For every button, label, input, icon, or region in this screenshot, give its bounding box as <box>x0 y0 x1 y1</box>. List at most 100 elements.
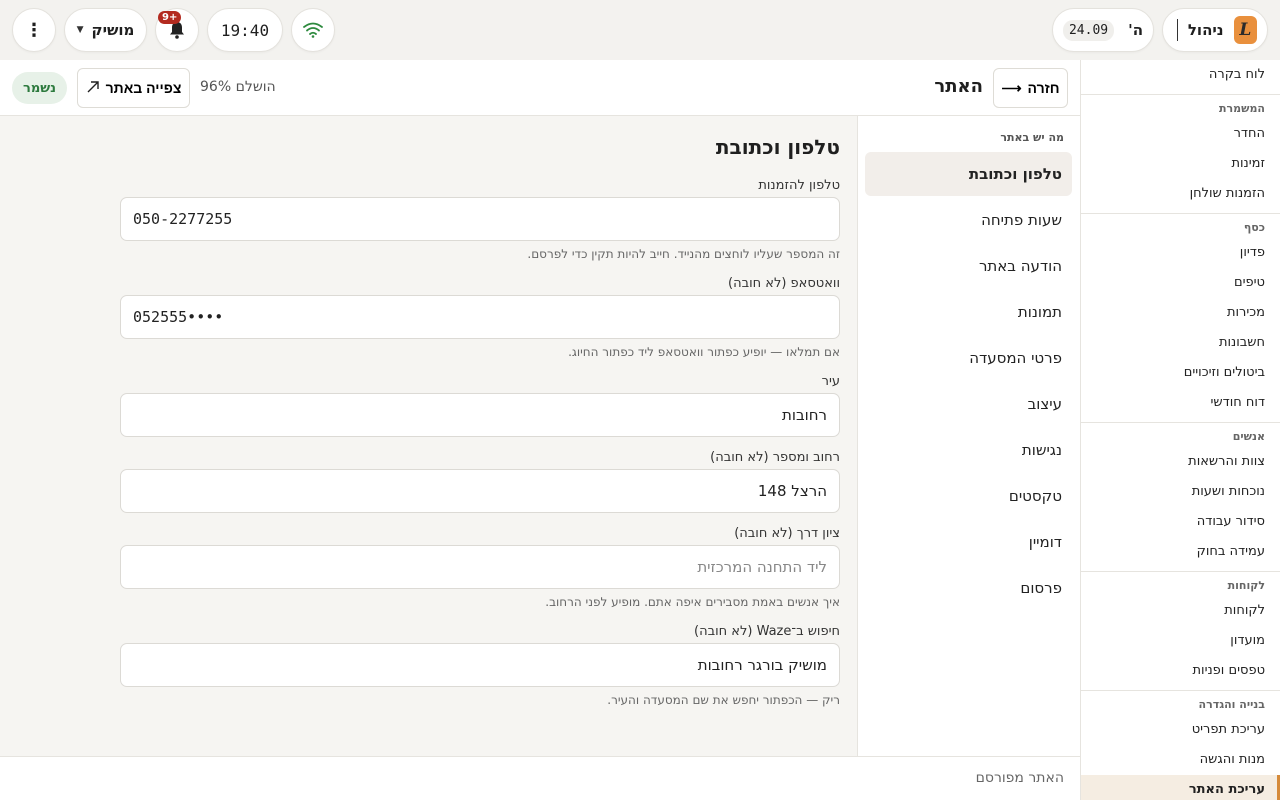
date-day: ה' <box>1128 21 1144 39</box>
sidebar-item-sales[interactable]: מכירות <box>1081 298 1280 328</box>
store-label: מושיק <box>91 21 135 39</box>
sidebar-item-menu-edit[interactable]: עריכת תפריט <box>1081 715 1280 745</box>
sidebar-item-schedule[interactable]: סידור עבודה <box>1081 507 1280 537</box>
saved-status-badge: נשמר <box>12 72 67 104</box>
field-order-phone: טלפון להזמנות זה המספר שעליו לוחצים מהני… <box>120 177 840 263</box>
sidebar-item-staff[interactable]: צוות והרשאות <box>1081 447 1280 477</box>
sidebar-item-availability[interactable]: זמינות <box>1081 149 1280 179</box>
field-label: וואטסאפ (לא חובה) <box>728 276 840 291</box>
sidebar-item-room[interactable]: החדר <box>1081 119 1280 149</box>
field-help: אם תמלאו — יופיע כפתור וואטסאפ ליד כפתור… <box>568 345 840 359</box>
field-landmark: ציון דרך (לא חובה) איך אנשים באמת מסבירי… <box>120 525 840 611</box>
back-button[interactable]: חזרה ⟶ <box>993 68 1068 108</box>
form-title: טלפון וכתובת <box>715 135 840 159</box>
sidebar-group-heading: בנייה והגדרה <box>1198 698 1265 711</box>
field-help: זה המספר שעליו לוחצים מהנייד. חייב להיות… <box>527 247 840 261</box>
waze-search-input[interactable] <box>120 643 840 687</box>
sidebar-item-table-reservations[interactable]: הזמנות שולחן <box>1081 179 1280 209</box>
sidebar: לוח בקרה המשמרת החדר זמינות הזמנות שולחן… <box>1080 60 1280 800</box>
sidebar-item-tips[interactable]: טיפים <box>1081 268 1280 298</box>
publish-status: האתר מפורסם <box>975 770 1064 786</box>
wifi-status[interactable] <box>291 8 335 52</box>
page-header: חזרה ⟶ האתר הושלם 96% צפייה באתר נשמר <box>0 60 1080 116</box>
section-item-domain[interactable]: דומיין <box>865 520 1072 564</box>
date-pill: ה' 24.09 <box>1052 8 1154 52</box>
brand-pill[interactable]: L ניהול <box>1162 8 1268 52</box>
sidebar-item-forms[interactable]: טפסים ופניות <box>1081 656 1280 686</box>
footer-bar: האתר מפורסם <box>0 756 1080 800</box>
field-label: עיר <box>821 374 840 389</box>
sidebar-item-cancellations[interactable]: ביטולים וזיכויים <box>1081 358 1280 388</box>
city-input[interactable] <box>120 393 840 437</box>
section-item-site-notice[interactable]: הודעה באתר <box>865 244 1072 288</box>
top-bar: L ניהול ה' 24.09 19:40 9+ ▼ מושיק ⋮ <box>0 0 1280 60</box>
notification-count-badge: 9+ <box>158 11 182 24</box>
section-item-phone-address[interactable]: טלפון וכתובת <box>865 152 1072 196</box>
section-item-images[interactable]: תמונות <box>865 290 1072 334</box>
section-item-accessibility[interactable]: נגישות <box>865 428 1072 472</box>
wifi-icon <box>303 22 323 38</box>
section-item-opening-hours[interactable]: שעות פתיחה <box>865 198 1072 242</box>
sidebar-item-site-edit[interactable]: עריכת האתר <box>1081 775 1280 800</box>
order-phone-input[interactable] <box>120 197 840 241</box>
completion-status: הושלם 96% <box>200 79 276 95</box>
arrow-left-icon: ⟶ <box>1001 79 1022 96</box>
sidebar-item-club[interactable]: מועדון <box>1081 626 1280 656</box>
field-waze: חיפוש ב־Waze (לא חובה) ריק — הכפתור יחפש… <box>120 623 840 709</box>
section-nav: מה יש באתר טלפון וכתובת שעות פתיחה הודעה… <box>857 116 1080 756</box>
sidebar-item-customers[interactable]: לקוחות <box>1081 596 1280 626</box>
sidebar-group-heading: כסף <box>1243 221 1265 234</box>
sidebar-item-invoices[interactable]: חשבונות <box>1081 328 1280 358</box>
notifications-button[interactable]: 9+ <box>155 8 199 52</box>
sidebar-item-revenue[interactable]: פדיון <box>1081 238 1280 268</box>
date-value: 24.09 <box>1062 19 1115 41</box>
field-help: ריק — הכפתור יחפש את שם המסעדה והעיר. <box>607 693 840 707</box>
sidebar-item-compliance[interactable]: עמידה בחוק <box>1081 537 1280 567</box>
clock-time: 19:40 <box>220 20 270 40</box>
field-whatsapp: וואטסאפ (לא חובה) אם תמלאו — יופיע כפתור… <box>120 275 840 361</box>
sidebar-group-people: אנשים צוות והרשאות נוכחות ושעות סידור עב… <box>1081 422 1280 567</box>
more-vertical-icon: ⋮ <box>25 19 43 41</box>
sidebar-group-build: בנייה והגדרה עריכת תפריט מנות והגשה עריכ… <box>1081 690 1280 800</box>
section-nav-heading: מה יש באתר <box>1000 131 1064 144</box>
sidebar-group-heading: המשמרת <box>1219 102 1265 115</box>
sidebar-group-customers: לקוחות לקוחות מועדון טפסים ופניות <box>1081 571 1280 686</box>
sidebar-item-dashboard[interactable]: לוח בקרה <box>1081 60 1280 90</box>
landmark-input[interactable] <box>120 545 840 589</box>
more-menu-button[interactable]: ⋮ <box>12 8 56 52</box>
sidebar-item-dishes[interactable]: מנות והגשה <box>1081 745 1280 775</box>
brand-logo: L <box>1233 16 1257 44</box>
brand-divider <box>1177 19 1178 41</box>
back-button-label: חזרה <box>1027 80 1060 96</box>
street-input[interactable] <box>120 469 840 513</box>
field-label: חיפוש ב־Waze (לא חובה) <box>694 624 840 639</box>
sidebar-group-heading: אנשים <box>1232 430 1265 443</box>
clock: 19:40 <box>207 8 283 52</box>
sidebar-group-money: כסף פדיון טיפים מכירות חשבונות ביטולים ו… <box>1081 213 1280 418</box>
section-nav-list: טלפון וכתובת שעות פתיחה הודעה באתר תמונו… <box>865 152 1072 612</box>
external-link-icon <box>86 80 100 97</box>
caret-down-icon: ▼ <box>76 25 84 35</box>
form-content: טלפון וכתובת טלפון להזמנות זה המספר שעלי… <box>120 116 840 709</box>
field-street: רחוב ומספר (לא חובה) <box>120 449 840 513</box>
sidebar-item-monthly-report[interactable]: דוח חודשי <box>1081 388 1280 418</box>
brand-logo-glyph: L <box>1239 20 1252 40</box>
sidebar-item-attendance[interactable]: נוכחות ושעות <box>1081 477 1280 507</box>
section-item-restaurant-details[interactable]: פרטי המסעדה <box>865 336 1072 380</box>
field-help: איך אנשים באמת מסבירים איפה אתם. מופיע ל… <box>545 595 840 609</box>
field-label: ציון דרך (לא חובה) <box>734 526 840 541</box>
brand-label: ניהול <box>1187 21 1224 39</box>
field-label: טלפון להזמנות <box>758 178 840 193</box>
store-selector[interactable]: ▼ מושיק <box>64 8 147 52</box>
sidebar-group-shift: המשמרת החדר זמינות הזמנות שולחן <box>1081 94 1280 209</box>
field-city: עיר <box>120 373 840 437</box>
view-site-label: צפייה באתר <box>105 80 182 96</box>
page-title: האתר <box>934 76 983 97</box>
view-site-button[interactable]: צפייה באתר <box>77 68 190 108</box>
whatsapp-input[interactable] <box>120 295 840 339</box>
form-area: טלפון וכתובת טלפון להזמנות זה המספר שעלי… <box>0 116 857 756</box>
section-item-design[interactable]: עיצוב <box>865 382 1072 426</box>
section-item-publish[interactable]: פרסום <box>865 566 1072 610</box>
section-item-texts[interactable]: טקסטים <box>865 474 1072 518</box>
sidebar-group-heading: לקוחות <box>1227 579 1265 592</box>
